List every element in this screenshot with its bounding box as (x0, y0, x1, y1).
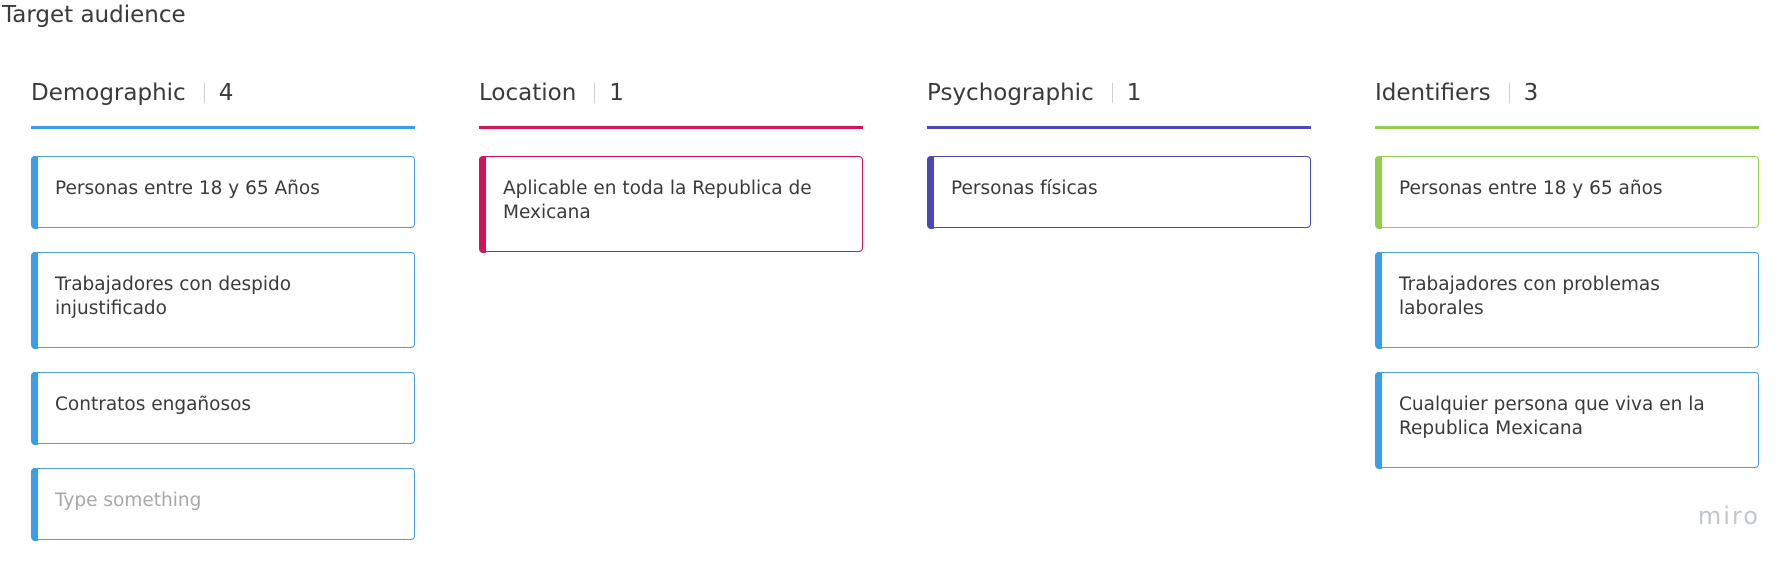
column-demographic: Demographic 4 Personas entre 18 y 65 Año… (30, 76, 415, 564)
column-title: Location (479, 80, 577, 106)
header-divider (203, 83, 205, 103)
card-list: Personas entre 18 y 65 años Trabajadores… (1374, 155, 1759, 469)
card-text: Personas físicas (951, 178, 1098, 199)
card-text: Contratos engañosos (55, 394, 252, 415)
card-text: Personas entre 18 y 65 años (1399, 178, 1663, 199)
column-title: Psychographic (927, 80, 1094, 106)
miro-logo: miro (1697, 502, 1760, 530)
card-text: Aplicable en toda la Republica de Mexica… (503, 178, 812, 223)
card-list: Personas físicas (926, 155, 1311, 229)
card-text: Trabajadores con problemas laborales (1399, 274, 1660, 319)
column-header[interactable]: Demographic 4 (31, 76, 415, 110)
column-count: 1 (1126, 80, 1142, 106)
sticky-card[interactable]: Personas entre 18 y 65 Años (30, 155, 415, 229)
column-count: 4 (218, 80, 234, 106)
column-title: Identifiers (1375, 80, 1491, 106)
column-count: 3 (1523, 80, 1539, 106)
card-text: Personas entre 18 y 65 Años (55, 178, 320, 199)
column-header[interactable]: Identifiers 3 (1375, 76, 1759, 110)
card-text: Cualquier persona que viva en la Republi… (1399, 394, 1705, 439)
column-color-bar (1375, 126, 1759, 129)
header-divider (1111, 83, 1113, 103)
column-color-bar (479, 126, 863, 129)
column-color-bar (927, 126, 1311, 129)
new-card-input[interactable]: Type something (30, 467, 415, 541)
sticky-card[interactable]: Trabajadores con problemas laborales (1374, 251, 1759, 349)
header-divider (594, 83, 596, 103)
card-list: Personas entre 18 y 65 Años Trabajadores… (30, 155, 415, 541)
column-color-bar (31, 126, 415, 129)
column-psychographic: Psychographic 1 Personas físicas (926, 76, 1311, 252)
sticky-card[interactable]: Contratos engañosos (30, 371, 415, 445)
sticky-card[interactable]: Personas entre 18 y 65 años (1374, 155, 1759, 229)
board-title: Target audience (2, 2, 186, 28)
sticky-card[interactable]: Trabajadores con despido injustificado (30, 251, 415, 349)
header-divider (1508, 83, 1510, 103)
sticky-card[interactable]: Personas físicas (926, 155, 1311, 229)
card-list: Aplicable en toda la Republica de Mexica… (478, 155, 863, 253)
column-header[interactable]: Psychographic 1 (927, 76, 1311, 110)
column-title: Demographic (31, 80, 186, 106)
sticky-card[interactable]: Cualquier persona que viva en la Republi… (1374, 371, 1759, 469)
sticky-card[interactable]: Aplicable en toda la Republica de Mexica… (478, 155, 863, 253)
card-placeholder: Type something (55, 490, 202, 511)
column-header[interactable]: Location 1 (479, 76, 863, 110)
card-text: Trabajadores con despido injustificado (55, 274, 292, 319)
column-location: Location 1 Aplicable en toda la Republic… (478, 76, 863, 276)
column-count: 1 (609, 80, 624, 106)
column-identifiers: Identifiers 3 Personas entre 18 y 65 año… (1374, 76, 1759, 492)
